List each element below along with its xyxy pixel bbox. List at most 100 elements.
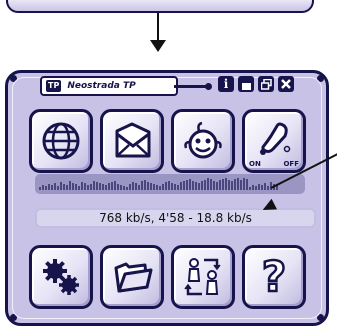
help-button[interactable]: ? — [242, 245, 306, 309]
meter-bar — [183, 181, 185, 190]
meter-bar — [75, 184, 77, 190]
meter-bar — [216, 182, 218, 190]
title-bar[interactable]: TP Neostrada TP — [40, 76, 178, 96]
meter-bar — [261, 185, 263, 190]
meter-bar — [45, 186, 47, 190]
user-swap-icon — [184, 258, 221, 296]
window-title: Neostrada TP — [67, 81, 136, 91]
title-connector-line — [174, 83, 212, 90]
meter-bar — [165, 182, 167, 190]
off-label: OFF — [283, 160, 299, 168]
neostrada-app-window: TP Neostrada TP i ON OFF 768 kb/s, 4'58 … — [5, 70, 329, 326]
meter-bar — [114, 181, 116, 190]
meter-bar — [54, 183, 56, 190]
meter-bar — [213, 181, 215, 190]
gears-icon — [43, 259, 79, 295]
connection-toggle-button[interactable]: ON OFF — [242, 109, 306, 173]
help-icon: ? — [261, 252, 288, 301]
minimize-icon — [241, 83, 251, 90]
meter-bar — [129, 184, 131, 190]
meter-bar — [264, 183, 266, 190]
meter-bar — [195, 182, 197, 190]
connection-status-text: 768 kb/s, 4'58 - 18.8 kb/s — [99, 211, 252, 225]
folder-button[interactable] — [100, 245, 164, 309]
traffic-meter — [35, 174, 305, 194]
minimize-button[interactable] — [238, 76, 254, 92]
meter-bar — [48, 184, 50, 190]
meter-bar — [168, 181, 170, 190]
meter-bar — [105, 185, 107, 190]
meter-bar — [159, 186, 161, 190]
close-button[interactable] — [278, 76, 294, 92]
frame-corner-dot — [317, 314, 324, 321]
meter-bar — [204, 180, 206, 190]
meter-bar — [171, 183, 173, 190]
meter-bar — [102, 184, 104, 190]
meter-bar — [222, 179, 224, 190]
meter-bar — [63, 184, 65, 190]
meter-bar — [189, 179, 191, 190]
meter-bar — [180, 182, 182, 190]
meter-bar — [201, 181, 203, 190]
meter-bar — [258, 184, 260, 190]
meter-bar — [231, 181, 233, 190]
meter-bar — [147, 182, 149, 190]
meter-bar — [153, 184, 155, 190]
meter-bar — [51, 185, 53, 190]
meter-bar — [174, 184, 176, 190]
meter-bar — [120, 185, 122, 190]
meter-bar — [78, 186, 80, 190]
chat-button[interactable] — [171, 109, 235, 173]
power-toggle-icon — [260, 122, 291, 155]
account-switch-button[interactable] — [171, 245, 235, 309]
meter-bar — [111, 182, 113, 190]
meter-bar — [234, 179, 236, 190]
meter-bar — [267, 186, 269, 190]
meter-bar — [249, 187, 251, 190]
meter-bar — [237, 178, 239, 190]
meter-bar — [72, 183, 74, 190]
meter-bar — [132, 182, 134, 190]
meter-bar — [240, 180, 242, 190]
meter-bar — [108, 183, 110, 190]
frame-corner-dot — [317, 75, 324, 82]
smiley-face-icon — [184, 121, 222, 159]
meter-bar — [246, 179, 248, 190]
previous-window-bottom-edge — [6, 0, 314, 13]
meter-bar — [186, 180, 188, 190]
meter-bar — [117, 184, 119, 190]
meter-bar — [141, 181, 143, 190]
internet-button[interactable] — [29, 109, 93, 173]
meter-bar — [225, 178, 227, 190]
meter-bar — [126, 187, 128, 190]
info-icon: i — [223, 77, 229, 91]
meter-bar — [96, 182, 98, 190]
meter-bar — [84, 183, 86, 190]
restore-button[interactable] — [258, 76, 274, 92]
meter-bar — [138, 185, 140, 190]
meter-bar — [66, 185, 68, 190]
meter-bar — [243, 178, 245, 190]
meter-bar — [135, 183, 137, 190]
meter-bar — [177, 185, 179, 190]
meter-bar — [93, 181, 95, 190]
frame-corner-dot — [10, 314, 17, 321]
meter-bar — [99, 183, 101, 190]
meter-bar — [207, 178, 209, 190]
meter-bar — [228, 180, 230, 190]
email-button[interactable] — [100, 109, 164, 173]
meter-bar — [255, 186, 257, 190]
settings-button[interactable] — [29, 245, 93, 309]
meter-bar — [69, 181, 71, 190]
meter-bar — [81, 182, 83, 190]
meter-bar — [39, 187, 41, 190]
on-label: ON — [249, 160, 261, 168]
meter-bar — [156, 185, 158, 190]
meter-bar — [57, 186, 59, 190]
meter-bar — [192, 181, 194, 190]
meter-bar — [150, 183, 152, 190]
meter-bar — [42, 185, 44, 190]
meter-bar — [252, 185, 254, 190]
meter-bar — [210, 179, 212, 190]
info-button[interactable]: i — [218, 76, 234, 92]
